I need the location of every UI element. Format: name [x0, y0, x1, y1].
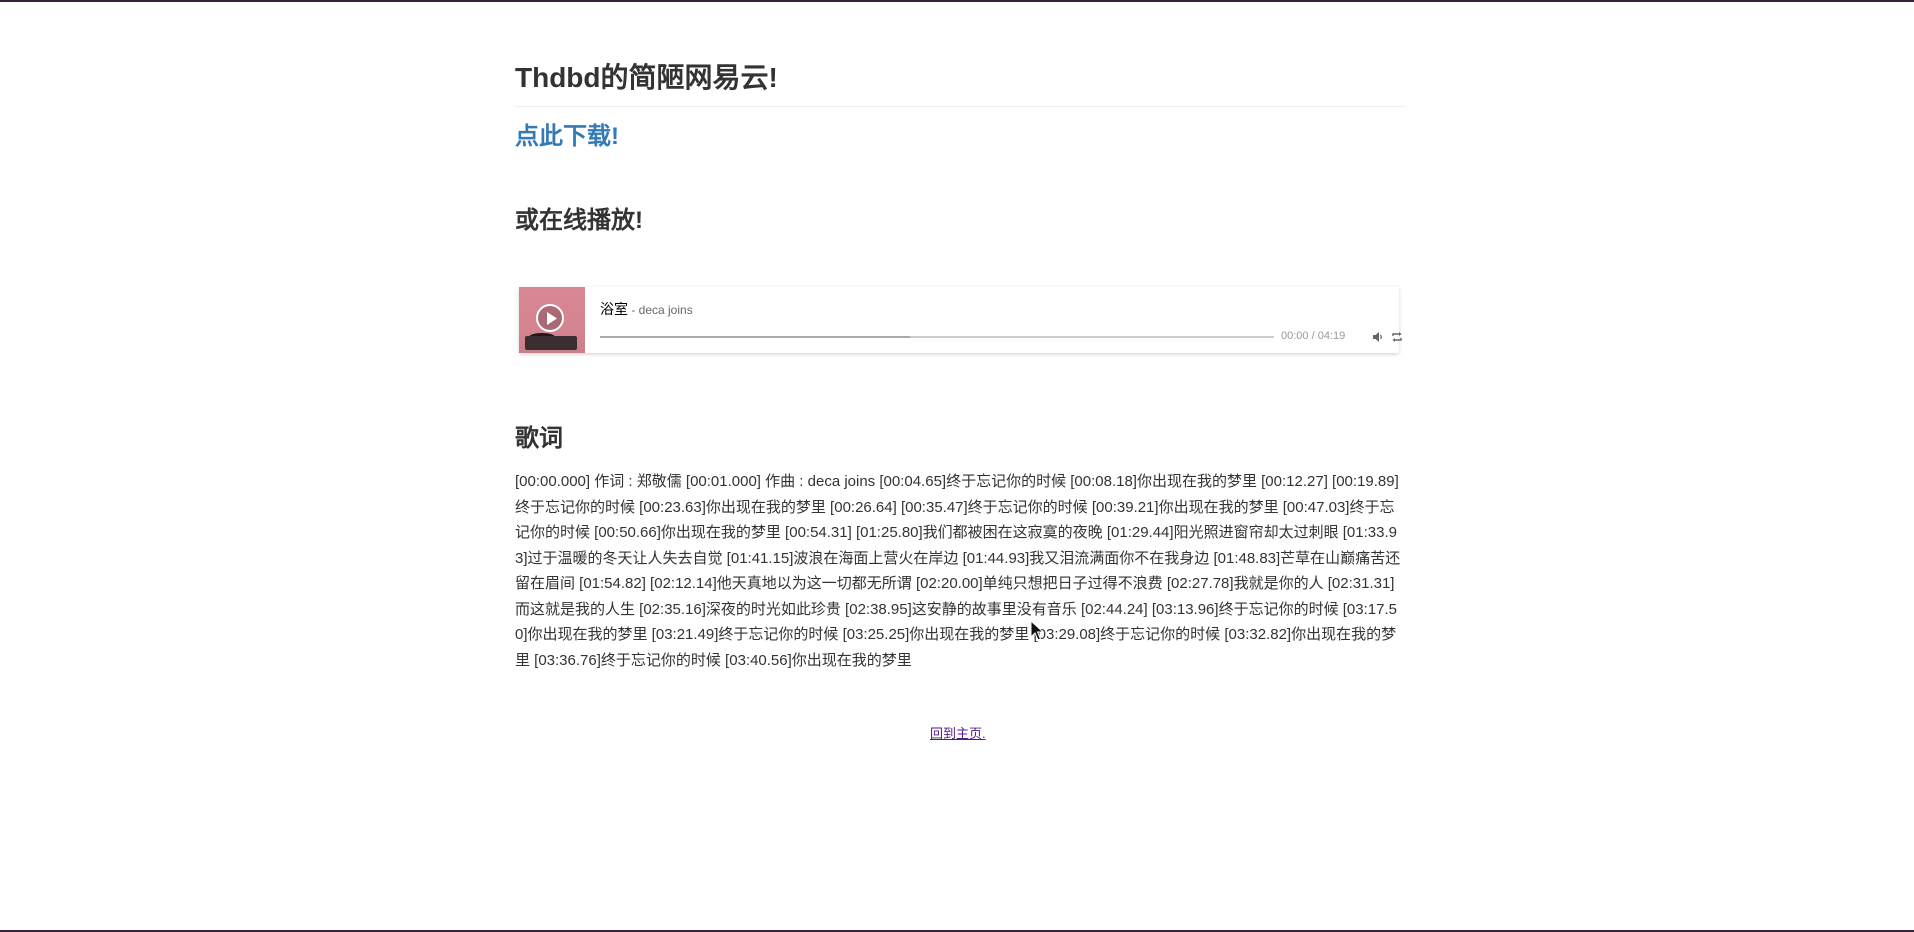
time-display: 00:00 / 04:19 — [1281, 330, 1346, 342]
page-title: Thdbd的简陋网易云! — [515, 60, 1405, 107]
play-icon — [547, 312, 557, 325]
lyrics-heading: 歌词 — [515, 425, 563, 452]
play-button[interactable] — [536, 304, 564, 332]
loop-icon[interactable] — [1391, 331, 1403, 343]
main-content: Thdbd的简陋网易云! 点此下载! 或在线播放! 浴室 - deca join… — [515, 0, 1405, 673]
progress-bar[interactable] — [600, 336, 1274, 338]
song-artist: - deca joins — [628, 303, 693, 317]
download-link[interactable]: 点此下载! — [515, 121, 619, 153]
online-play-heading: 或在线播放! — [515, 207, 643, 234]
cover-turntable — [525, 336, 577, 350]
mouse-cursor-icon — [1030, 620, 1045, 641]
progress-loaded — [600, 336, 911, 338]
volume-icon[interactable] — [1372, 331, 1384, 343]
player-info: 浴室 - deca joins 00:00 / 04:19 — [600, 299, 1402, 342]
music-player: 浴室 - deca joins 00:00 / 04:19 — [519, 287, 1402, 353]
lyrics-text: [00:00.000] 作词 : 郑敬儒 [00:01.000] 作曲 : de… — [515, 473, 1401, 669]
home-link[interactable]: 回到主页. — [930, 723, 986, 742]
song-title: 浴室 — [600, 301, 628, 317]
album-cover — [519, 287, 585, 353]
